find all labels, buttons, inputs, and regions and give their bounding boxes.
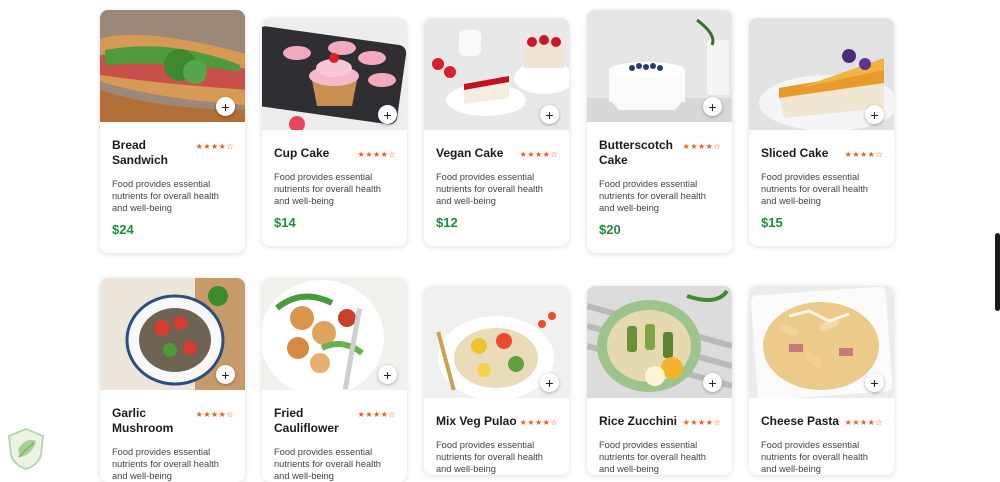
add-to-cart-button[interactable]: +	[865, 373, 884, 392]
product-image: +	[424, 18, 569, 130]
product-price: $20	[599, 222, 621, 237]
product-image: +	[424, 286, 569, 398]
product-description: Food provides essential nutrients for ov…	[274, 172, 381, 206]
product-name: Vegan Cake	[436, 146, 504, 160]
product-description: Food provides essential nutrients for ov…	[436, 172, 543, 206]
product-image: +	[262, 278, 407, 390]
scrollbar-thumb[interactable]	[995, 233, 1000, 311]
add-to-cart-button[interactable]: +	[216, 365, 235, 384]
product-image: +	[262, 18, 407, 130]
product-image: +	[587, 286, 732, 398]
product-description: Food provides essential nutrients for ov…	[436, 440, 543, 474]
add-to-cart-button[interactable]: +	[865, 105, 884, 124]
product-price: $12	[436, 215, 458, 230]
add-to-cart-button[interactable]: +	[378, 365, 397, 384]
product-card-mix-veg-pulao[interactable]: + Mix Veg Pulao ★★★★☆ Food provides esse…	[424, 286, 569, 475]
rating-stars: ★★★★☆	[357, 150, 396, 159]
rating-stars: ★★★★☆	[195, 410, 234, 419]
product-name: Mix Veg Pulao	[436, 414, 517, 428]
product-image: +	[749, 286, 894, 398]
rating-stars: ★★★★☆	[844, 418, 883, 427]
product-card-rice-zucchini[interactable]: + Rice Zucchini ★★★★☆ Food provides esse…	[587, 286, 732, 475]
rating-stars: ★★★★☆	[195, 142, 234, 151]
add-to-cart-button[interactable]: +	[216, 97, 235, 116]
product-card-butterscotch-cake[interactable]: + Butterscotch Cake ★★★★☆ Food provides …	[587, 10, 732, 253]
product-name: Fried Cauliflower	[274, 406, 339, 435]
add-to-cart-button[interactable]: +	[540, 373, 559, 392]
product-name: Garlic Mushroom	[112, 406, 174, 435]
add-to-cart-button[interactable]: +	[378, 105, 397, 124]
rating-stars: ★★★★☆	[682, 418, 721, 427]
product-name: Cheese Pasta	[761, 414, 840, 428]
rating-stars: ★★★★☆	[682, 142, 721, 151]
product-description: Food provides essential nutrients for ov…	[761, 172, 868, 206]
add-to-cart-button[interactable]: +	[703, 97, 722, 116]
rating-stars: ★★★★☆	[519, 150, 558, 159]
product-image: +	[100, 278, 245, 390]
add-to-cart-button[interactable]: +	[540, 105, 559, 124]
product-name: Rice Zucchini	[599, 414, 678, 428]
product-card-vegan-cake[interactable]: + Vegan Cake ★★★★☆ Food provides essenti…	[424, 18, 569, 246]
product-description: Food provides essential nutrients for ov…	[761, 440, 868, 474]
product-description: Food provides essential nutrients for ov…	[599, 440, 706, 474]
product-name: Cup Cake	[274, 146, 330, 160]
product-card-fried-cauliflower[interactable]: + Fried Cauliflower ★★★★☆ Food provides …	[262, 278, 407, 482]
product-name: Butterscotch Cake	[599, 138, 674, 167]
product-card-bread-sandwich[interactable]: + Bread Sandwich ★★★★☆ Food provides ess…	[100, 10, 245, 253]
rating-stars: ★★★★☆	[519, 418, 558, 427]
product-image: +	[749, 18, 894, 130]
product-name: Bread Sandwich	[112, 138, 169, 167]
add-to-cart-button[interactable]: +	[703, 373, 722, 392]
product-card-cheese-pasta[interactable]: + Cheese Pasta ★★★★☆ Food provides essen…	[749, 286, 894, 475]
product-price: $14	[274, 215, 296, 230]
product-description: Food provides essential nutrients for ov…	[112, 447, 219, 481]
product-price: $15	[761, 215, 783, 230]
product-description: Food provides essential nutrients for ov…	[112, 179, 219, 213]
product-card-cup-cake[interactable]: + Cup Cake ★★★★☆ Food provides essential…	[262, 18, 407, 246]
product-card-garlic-mushroom[interactable]: + Garlic Mushroom ★★★★☆ Food provides es…	[100, 278, 245, 482]
product-image: +	[100, 10, 245, 122]
product-description: Food provides essential nutrients for ov…	[599, 179, 706, 213]
rating-stars: ★★★★☆	[357, 410, 396, 419]
product-image: +	[587, 10, 732, 122]
rating-stars: ★★★★☆	[844, 150, 883, 159]
product-price: $24	[112, 222, 134, 237]
product-card-sliced-cake[interactable]: + Sliced Cake ★★★★☆ Food provides essent…	[749, 18, 894, 246]
shield-leaf-icon	[7, 427, 45, 471]
product-name: Sliced Cake	[761, 146, 829, 160]
product-description: Food provides essential nutrients for ov…	[274, 447, 381, 481]
